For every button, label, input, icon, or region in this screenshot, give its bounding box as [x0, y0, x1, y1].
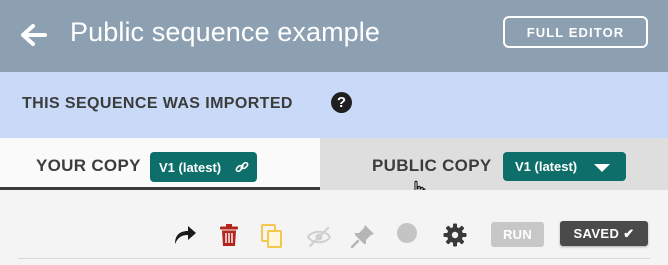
checkmark-icon: ✔ — [623, 225, 635, 241]
link-icon — [235, 161, 249, 173]
public-copy-version-dropdown[interactable]: V1 (latest) — [503, 152, 626, 181]
full-editor-button[interactable]: FULL EDITOR — [503, 16, 648, 48]
saved-button[interactable]: SAVED ✔ — [560, 221, 648, 246]
chevron-down-icon — [594, 164, 610, 172]
run-button[interactable]: RUN — [491, 222, 544, 247]
gear-icon[interactable] — [442, 222, 468, 248]
divider — [18, 258, 650, 259]
your-copy-version-label: V1 (latest) — [159, 159, 222, 175]
back-arrow-icon[interactable] — [18, 20, 48, 50]
import-banner-text: THIS SEQUENCE WAS IMPORTED — [22, 95, 293, 112]
tab-public-copy-label: PUBLIC COPY — [372, 156, 492, 175]
copy-icon[interactable] — [259, 223, 285, 249]
pin-icon[interactable] — [350, 223, 376, 249]
page-title: Public sequence example — [70, 17, 380, 47]
share-icon[interactable] — [172, 222, 198, 248]
hidden-eye-icon[interactable] — [306, 224, 332, 250]
trash-icon[interactable] — [217, 223, 243, 249]
help-icon[interactable]: ? — [331, 92, 352, 113]
public-copy-version-label: V1 (latest) — [515, 159, 578, 174]
your-copy-version-badge[interactable]: V1 (latest) — [150, 152, 257, 182]
color-circle-icon[interactable] — [394, 220, 420, 246]
tab-your-copy-label: YOUR COPY — [36, 156, 141, 175]
saved-label: SAVED — [573, 226, 620, 241]
